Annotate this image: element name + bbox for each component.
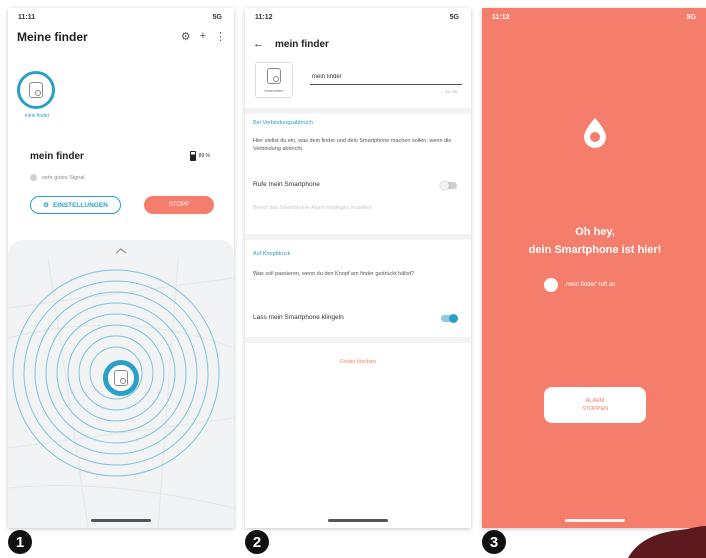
stop-alarm-label-line2: STOPPEN [581, 406, 609, 412]
finder-image-edit[interactable]: bearbeiten [255, 62, 293, 98]
phone-screen-finder-list: 11:11 5G Meine finder ⚙ + ⋮ mein finder … [8, 8, 234, 528]
divider [245, 337, 471, 343]
back-arrow-icon[interactable]: ← [253, 38, 264, 50]
ring-label: Lass mein Smartphone klingeln [253, 314, 344, 321]
status-bar: 11:12 5G [245, 8, 471, 28]
decorative-corner-shape [628, 526, 706, 558]
phone-screen-alarm: 11:12 5G Oh hey, dein Smartphone ist hie… [482, 8, 706, 528]
chevron-up-icon [115, 248, 127, 254]
home-indicator [565, 519, 625, 522]
step-badge-2: 2 [245, 530, 269, 554]
stop-alarm-label: ALARM STOPPEN [582, 397, 608, 413]
name-char-counter: 11 / 30 [445, 89, 457, 94]
divider [245, 108, 471, 114]
section-description-disconnect: Hier stellst du ein, was dein finder und… [253, 138, 452, 152]
edit-image-label: bearbeiten [264, 87, 284, 93]
step-badge-1: 1 [8, 530, 32, 554]
status-network: 5G [449, 14, 459, 21]
status-network: 5G [686, 14, 696, 21]
ring-phone-toggle[interactable] [440, 181, 457, 190]
caller-avatar [544, 278, 558, 292]
finder-tag-icon [114, 370, 128, 386]
disabled-hint: Bevor das Smartphone-Alarm festlegen ers… [253, 205, 372, 211]
finder-tag-icon [267, 67, 281, 84]
home-indicator [91, 519, 151, 522]
stop-alarm-label-line1: ALARM [585, 398, 605, 404]
divider [245, 234, 471, 240]
delete-finder-link[interactable]: Finder löschen [245, 359, 471, 365]
page-title: mein finder [275, 39, 329, 50]
radar-rings [8, 248, 234, 528]
alarm-heading-line1: Oh hey, [575, 226, 615, 238]
ring-toggle[interactable] [441, 314, 458, 323]
section-title-button: Auf Knopfdruck [253, 251, 291, 257]
finder-name-input[interactable] [310, 70, 462, 85]
alarm-heading-line2: dein Smartphone ist hier! [528, 244, 662, 256]
section-title-disconnect: Bei Verbindungsabbruch [253, 120, 313, 126]
drop-logo-icon [584, 118, 606, 148]
home-indicator [328, 519, 388, 522]
status-time: 11:12 [255, 14, 273, 21]
finder-location-marker[interactable] [103, 360, 139, 396]
status-bar: 11:12 5G [482, 8, 706, 28]
phone-screen-finder-settings: 11:12 5G ← mein finder bearbeiten 11 / 3… [245, 8, 471, 528]
ring-phone-label: Rufe mein Smartphone [253, 181, 320, 188]
caller-row: mein finder' ruft an [544, 278, 616, 292]
status-time: 11:12 [492, 14, 510, 21]
stop-alarm-button[interactable]: ALARM STOPPEN [544, 387, 646, 423]
step-badge-3: 3 [482, 530, 506, 554]
caller-text: mein finder' ruft an [566, 282, 616, 288]
section-description-button: Was soll passieren, wenn du den Knopf am… [253, 271, 415, 277]
